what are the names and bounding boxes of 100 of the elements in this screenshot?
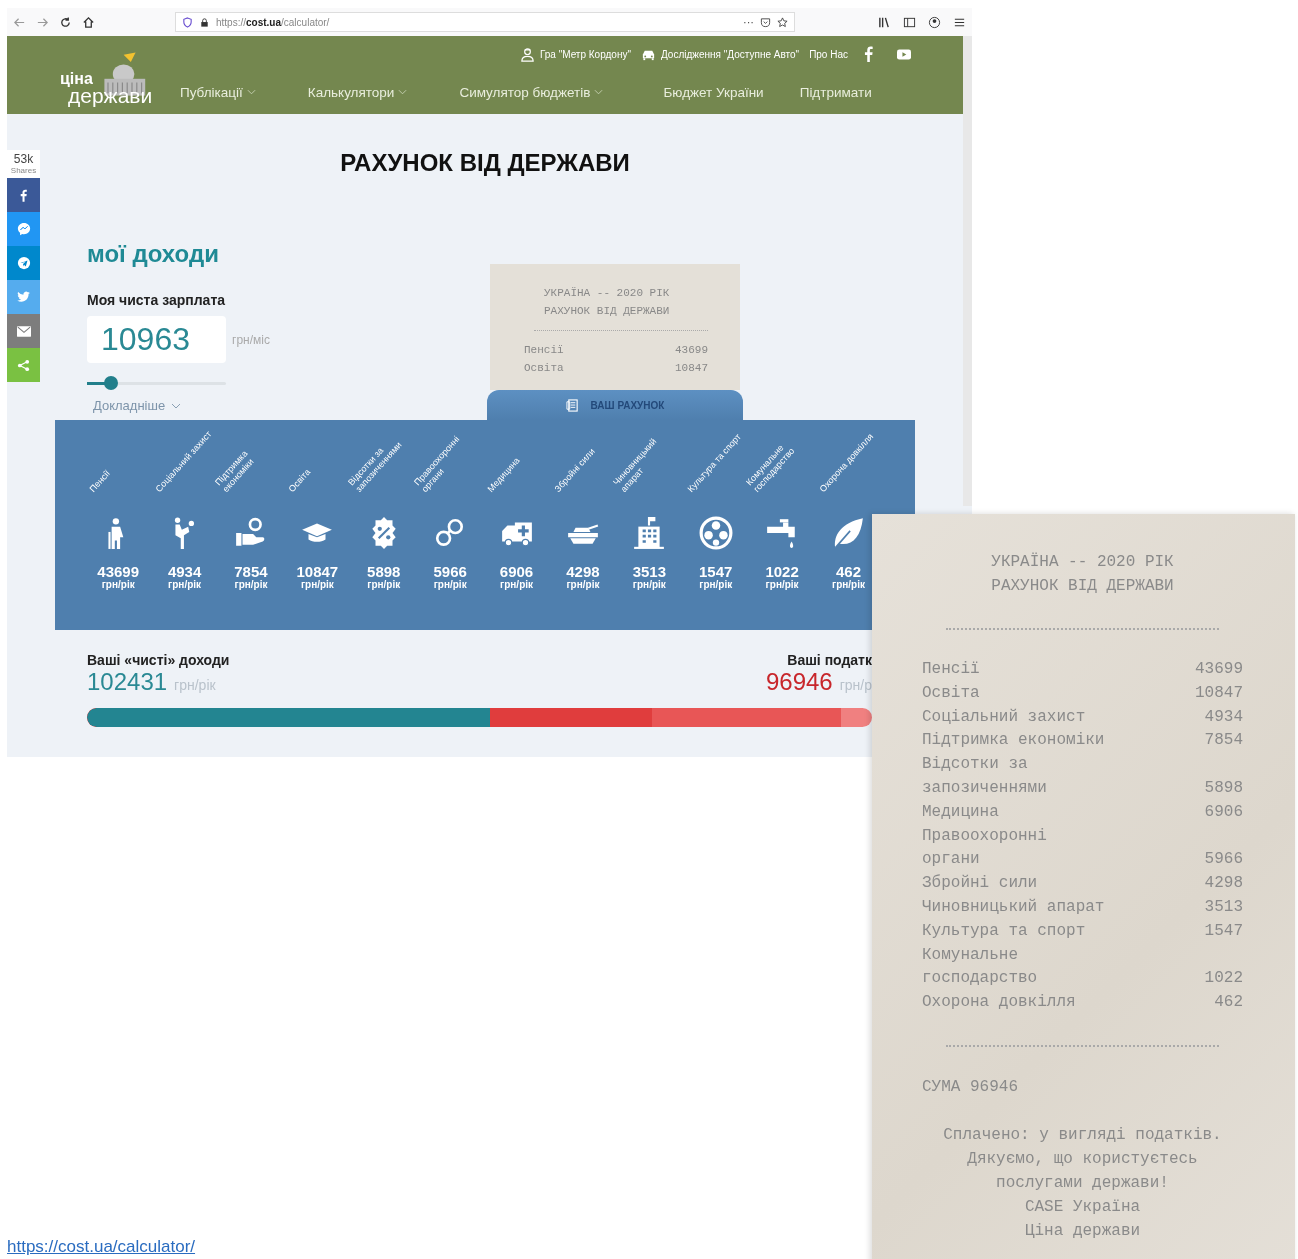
receipt-footer-line: послугами держави! xyxy=(995,1172,1170,1194)
receipt-item-value: 1547 xyxy=(1204,920,1243,942)
paper-plane-icon xyxy=(16,256,31,270)
share-icon xyxy=(17,358,30,372)
income-total-label: Ваші «чисті» доходи xyxy=(87,652,230,668)
account-icon[interactable] xyxy=(928,15,941,29)
category-unit: грн/рік xyxy=(300,579,334,591)
address-bar[interactable]: https://cost.ua/calculator/ ··· xyxy=(175,12,795,32)
receipt-item-value: 1022 xyxy=(1204,968,1243,990)
receipt-item-value: 4298 xyxy=(1204,873,1243,895)
page-title: РАХУНОК ВІД ДЕРЖАВИ xyxy=(340,148,630,177)
category-unit: грн/рік xyxy=(367,579,401,591)
share-button[interactable] xyxy=(7,212,40,246)
receipt-item-value: 6906 xyxy=(1204,801,1243,823)
receipt-line: УКРАЇНА -- 2020 РІК xyxy=(543,286,671,301)
nav-item[interactable]: Публікації xyxy=(180,84,256,100)
category-amount: 3513 xyxy=(632,564,666,579)
receipt-item-name: Збройні сили xyxy=(922,873,1039,895)
nav-item[interactable]: Підтримати xyxy=(799,84,872,100)
top-link[interactable]: Про Нас xyxy=(809,48,848,60)
youtube-icon[interactable] xyxy=(897,48,911,60)
share-button[interactable] xyxy=(7,314,40,348)
sidebar-icon[interactable] xyxy=(903,15,916,29)
logo-text[interactable]: ціна xyxy=(60,72,180,86)
chevron-down-icon xyxy=(171,402,182,409)
receipt-item-value: 5898 xyxy=(1204,778,1243,799)
facebook-icon xyxy=(20,188,27,202)
chat-bubble-icon xyxy=(16,222,31,236)
category-unit: грн/рік xyxy=(632,579,666,591)
more-details-link[interactable]: Докладніше xyxy=(93,398,182,413)
receipt-item-value: 5966 xyxy=(1204,849,1243,871)
home-icon[interactable] xyxy=(82,15,95,29)
category-unit: грн/рік xyxy=(566,579,600,591)
category-amount: 6906 xyxy=(499,564,534,579)
share-button[interactable] xyxy=(7,280,40,314)
share-button[interactable] xyxy=(7,178,40,212)
category-amount: 4934 xyxy=(167,564,202,579)
building-icon xyxy=(632,516,667,550)
receipt-item-value: 10847 xyxy=(1195,682,1243,704)
category-unit: грн/рік xyxy=(168,579,202,591)
category-amount: 462 xyxy=(835,564,861,579)
scrollbar[interactable] xyxy=(963,36,972,506)
chevron-down-icon xyxy=(594,89,604,95)
library-icon[interactable] xyxy=(878,15,891,29)
share-caption: Shares xyxy=(10,166,37,175)
slider-thumb[interactable] xyxy=(103,376,118,390)
receipt-item-name: Підтримка економіки xyxy=(922,730,1105,752)
salary-input[interactable]: 10963 xyxy=(87,316,226,363)
category-unit: грн/рік xyxy=(699,579,733,591)
receipt-footer-line: Сплачено: у вигляді податків. xyxy=(942,1124,1223,1146)
tax-total-label: Ваші податк xyxy=(787,652,872,668)
unit-label: грн/міс xyxy=(232,332,270,347)
category-unit: грн/рік xyxy=(101,579,135,591)
top-link[interactable]: Гра "Метр Кордону" xyxy=(519,46,631,62)
nav-item[interactable]: Бюджет України xyxy=(663,84,764,100)
tax-total-value: 96946 xyxy=(765,668,833,696)
logo-text[interactable]: держави xyxy=(68,86,180,106)
chevron-down-icon xyxy=(398,89,408,95)
pocket-icon[interactable] xyxy=(760,16,771,28)
top-link[interactable]: Дослідження "Доступне Авто" xyxy=(641,46,800,62)
share-button[interactable] xyxy=(7,348,40,382)
receipt-item-value: 3513 xyxy=(1204,896,1243,918)
category-unit: грн/рік xyxy=(500,579,534,591)
chevron-down-icon xyxy=(246,89,256,95)
category-amount: 5898 xyxy=(367,564,401,579)
receipt-heading: УКРАЇНА -- 2020 РІК xyxy=(990,551,1175,573)
receipt-footer-line: Дякуємо, що користуєтесь xyxy=(966,1148,1199,1170)
receipt-item-name: Соціальний захист xyxy=(922,706,1087,728)
nav-item[interactable]: Симулятор бюджетів xyxy=(459,84,604,100)
receipt-item-value: 43699 xyxy=(675,343,708,358)
star-icon[interactable] xyxy=(777,16,788,28)
receipt-item-name: Пенсії xyxy=(524,343,564,358)
receipt-item-name: Культура та спорт xyxy=(922,920,1087,942)
receipt-item-name: Медицина xyxy=(922,801,1000,823)
salary-slider[interactable] xyxy=(87,376,226,390)
receipt-item-value: 7854 xyxy=(1204,730,1243,752)
bird-icon xyxy=(16,291,31,303)
receipt-item-name: Чиновницький апарат xyxy=(922,896,1105,918)
receipt-item-name: Комунальне господарство xyxy=(922,944,1039,990)
category-amount: 5966 xyxy=(433,564,467,579)
receipt-tab[interactable]: ВАШ РАХУНОК xyxy=(487,390,743,420)
share-button[interactable] xyxy=(7,246,40,280)
reload-icon[interactable] xyxy=(59,15,72,29)
receipt-heading: РАХУНОК ВІД ДЕРЖАВИ xyxy=(990,576,1175,597)
ball-icon xyxy=(698,516,733,550)
receipt-total: СУМА 96946 xyxy=(922,1076,1019,1098)
page-actions-menu[interactable]: ··· xyxy=(743,16,754,28)
share-count: 53k xyxy=(13,152,34,166)
receipt-item-name: Правоохоронні органи xyxy=(922,825,1048,871)
facebook-icon[interactable] xyxy=(864,46,873,62)
section-heading: мої доходи xyxy=(87,240,220,268)
category-amount: 43699 xyxy=(97,564,140,579)
category-amount: 7854 xyxy=(234,564,268,579)
shield-icon[interactable] xyxy=(182,16,193,28)
category-amount: 1022 xyxy=(765,564,799,579)
category-amount: 1547 xyxy=(699,564,733,579)
receipt-footer-line: CASE Україна xyxy=(1023,1196,1142,1218)
nav-item[interactable]: Калькулятори xyxy=(307,84,408,100)
receipt-item-value: 4934 xyxy=(1204,706,1243,728)
income-total-value: 102431 xyxy=(87,668,168,696)
